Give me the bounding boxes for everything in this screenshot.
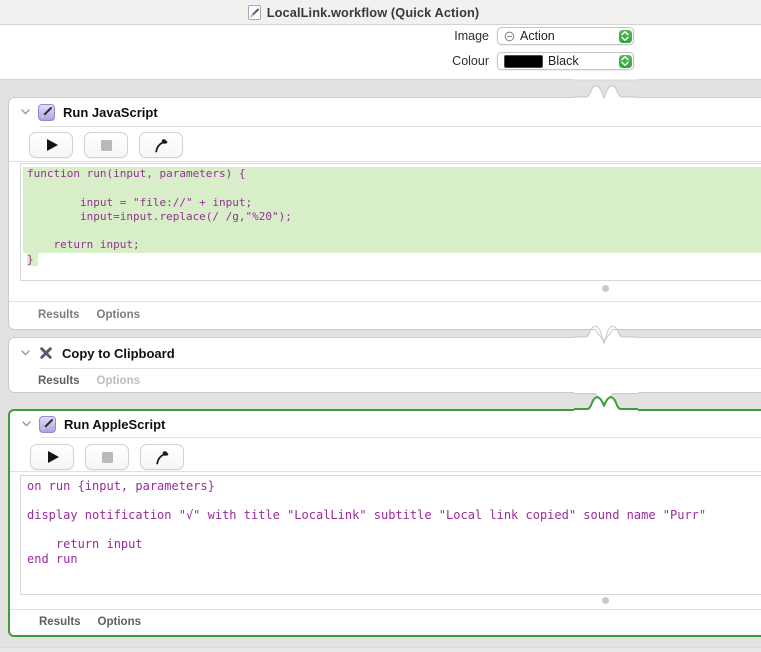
action-title: Run AppleScript [64, 416, 166, 432]
colour-dropdown[interactable]: Black [497, 52, 634, 70]
stop-icon [101, 451, 113, 463]
stop-button[interactable] [85, 444, 129, 470]
action-template-icon [504, 31, 515, 41]
dropdown-stepper-icon [618, 54, 632, 68]
results-toggle[interactable]: Results [39, 616, 81, 628]
action-title: Copy to Clipboard [62, 345, 175, 361]
connector-notch [574, 322, 638, 346]
run-script-icon [39, 415, 56, 433]
window-titlebar: LocalLink.workflow (Quick Action) [0, 0, 761, 25]
compile-button[interactable] [139, 132, 183, 158]
chevron-down-icon[interactable] [21, 109, 30, 115]
action-header: Run AppleScript [10, 411, 761, 437]
action-toolbar [30, 444, 184, 470]
connector-notch [574, 386, 638, 414]
options-toggle: Options [96, 375, 140, 387]
action-header: Run JavaScript [9, 98, 761, 126]
chevron-down-icon[interactable] [22, 421, 31, 427]
action-copy-to-clipboard: Copy to Clipboard Results Options [8, 337, 761, 393]
action-toolbar [29, 132, 183, 158]
colour-swatch [504, 54, 543, 68]
action-footer: Results Options [10, 610, 761, 628]
image-dropdown-value: Action [520, 29, 555, 43]
run-script-icon [38, 103, 55, 121]
automator-window: LocalLink.workflow (Quick Action) Image … [0, 0, 761, 652]
run-button[interactable] [30, 444, 74, 470]
hammer-icon [155, 139, 168, 153]
action-footer: Results Options [9, 302, 761, 321]
window-title: LocalLink.workflow (Quick Action) [266, 4, 480, 20]
quick-action-settings: Image Action Colour Black [0, 25, 761, 80]
action-title: Run JavaScript [63, 104, 158, 120]
compile-button[interactable] [140, 444, 184, 470]
resize-handle[interactable] [601, 284, 609, 292]
toolbar-divider [9, 161, 761, 162]
options-toggle[interactable]: Options [97, 309, 140, 321]
stop-icon [100, 139, 112, 151]
javascript-code-editor[interactable]: function run(input, parameters) { input … [20, 163, 761, 281]
utilities-x-icon [40, 347, 52, 359]
stop-button[interactable] [84, 132, 128, 158]
dropdown-stepper-icon [618, 29, 632, 43]
results-toggle[interactable]: Results [38, 309, 80, 321]
options-toggle[interactable]: Options [98, 616, 141, 628]
image-label: Image [454, 29, 489, 43]
header-divider [41, 437, 761, 438]
action-run-javascript: Run JavaScript function run(input, param… [8, 97, 761, 330]
image-dropdown[interactable]: Action [497, 27, 634, 45]
connector-notch [574, 78, 638, 102]
action-footer: Results Options [9, 369, 761, 387]
play-icon [48, 451, 59, 463]
results-toggle[interactable]: Results [38, 375, 80, 387]
header-divider [40, 126, 761, 127]
workspace-bottom-strip [0, 647, 761, 652]
colour-dropdown-value: Black [548, 54, 579, 68]
toolbar-divider [10, 471, 761, 472]
workflow-document-icon [247, 4, 261, 20]
play-icon [47, 139, 58, 151]
resize-handle[interactable] [601, 596, 609, 604]
action-run-applescript: Run AppleScript on run {input, parameter… [8, 409, 761, 637]
hammer-icon [156, 451, 169, 465]
action-header: Copy to Clipboard [9, 338, 761, 368]
applescript-code-editor[interactable]: on run {input, parameters} display notif… [20, 475, 761, 595]
chevron-down-icon[interactable] [21, 350, 30, 356]
run-button[interactable] [29, 132, 73, 158]
colour-label: Colour [452, 54, 489, 68]
